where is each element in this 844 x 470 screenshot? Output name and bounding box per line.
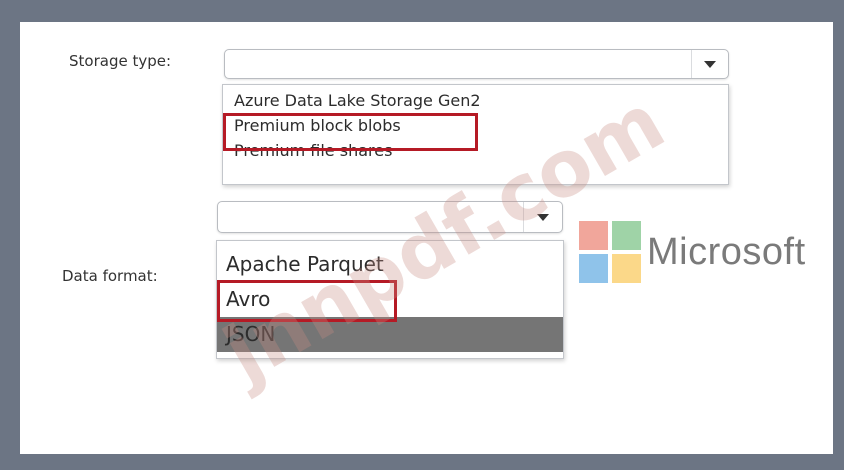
data-format-dropdown-button[interactable] <box>523 202 562 232</box>
logo-square-yellow <box>612 254 641 283</box>
format-option-label: Apache Parquet <box>226 252 384 276</box>
chevron-down-icon <box>537 213 549 221</box>
storage-type-select[interactable] <box>224 49 729 79</box>
storage-answer-highlight <box>223 113 478 151</box>
data-format-label: Data format: <box>62 267 158 285</box>
format-answer-highlight <box>217 280 397 322</box>
chevron-down-icon <box>704 60 716 68</box>
logo-square-blue <box>579 254 608 283</box>
storage-type-dropdown-button[interactable] <box>691 50 728 78</box>
storage-option-adls-gen2[interactable]: Azure Data Lake Storage Gen2 <box>223 88 728 113</box>
format-option-label: JSON <box>226 322 276 346</box>
format-option-json[interactable]: JSON <box>217 317 563 352</box>
storage-option-label: Azure Data Lake Storage Gen2 <box>234 91 481 110</box>
data-format-select[interactable] <box>217 201 563 233</box>
logo-square-green <box>612 221 641 250</box>
microsoft-logo-icon <box>579 221 641 283</box>
microsoft-wordmark: Microsoft <box>647 231 806 273</box>
logo-square-red <box>579 221 608 250</box>
answer-area-panel: Storage type: Azure Data Lake Storage Ge… <box>20 22 833 454</box>
storage-type-label: Storage type: <box>69 52 172 70</box>
format-option-apache-parquet[interactable]: Apache Parquet <box>217 247 563 282</box>
